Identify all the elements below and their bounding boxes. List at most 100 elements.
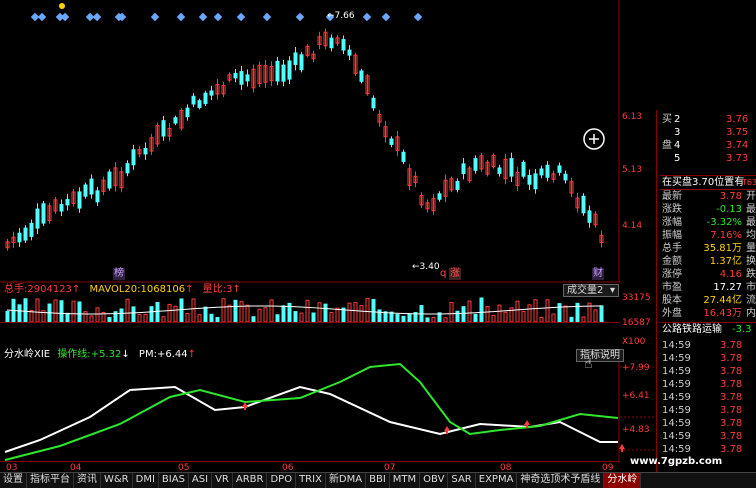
quote-panel-border [656, 110, 657, 472]
diamond-icon [176, 12, 186, 22]
volume-bar [269, 299, 274, 322]
indicator-tab[interactable]: BIAS [159, 473, 189, 488]
candle-body [299, 54, 304, 71]
chevron-down-icon: ▾ [609, 285, 615, 296]
volume-bar [185, 312, 190, 322]
candle-body [587, 210, 592, 223]
candle-body [209, 90, 214, 96]
indicator-tab[interactable]: 指标平台 [27, 473, 74, 488]
price-chart[interactable] [0, 0, 620, 283]
candle-body [293, 52, 298, 65]
volume-bar [83, 311, 88, 322]
candle-body [29, 222, 34, 237]
price-axis-label: 6.13 [622, 112, 643, 122]
news-flag[interactable]: q [440, 268, 446, 280]
diamond-icon [37, 12, 47, 22]
volume-bar [599, 305, 604, 322]
volume-bar [71, 300, 76, 322]
indicator-tab[interactable]: ASI [189, 473, 213, 488]
volume-bar [275, 314, 280, 322]
candle-body [83, 184, 88, 197]
indicator-tab[interactable]: ARBR [233, 473, 268, 488]
price-axis-label: 4.14 [622, 221, 643, 231]
diamond-icon [236, 12, 246, 22]
tick-row: 14:59 3.78 [662, 379, 743, 390]
yellow-dot-icon [59, 3, 65, 9]
quote-stat-row: 振幅 7.16% 均 [662, 230, 756, 241]
order-side-label: 买 [662, 114, 672, 125]
low-price-marker: ←3.40 [412, 262, 440, 272]
volume-bar [125, 298, 130, 322]
volume-bar [77, 301, 82, 322]
quote-stat-row: 涨跌 -0.13 最 [662, 204, 756, 215]
indicator-tab[interactable]: TRIX [296, 473, 326, 488]
indicator-tab[interactable]: 设置 [0, 473, 27, 488]
volume-bar [557, 303, 562, 322]
volume-bar [365, 297, 370, 322]
indicator-tab[interactable]: DPO [267, 473, 297, 488]
candle-body [17, 232, 22, 243]
candle-body [533, 173, 538, 190]
candle-body [329, 37, 334, 49]
order-book-row: 5 3.73 [660, 152, 756, 165]
order-price: 3.73 [726, 153, 749, 164]
candle-body [539, 168, 544, 176]
candle-body [125, 163, 130, 174]
indicator-tab[interactable]: MTM [390, 473, 421, 488]
diamond-icon [92, 12, 102, 22]
volume-bar [65, 312, 70, 322]
volume-bar [233, 299, 238, 322]
volume-bar [209, 313, 214, 322]
volume-bar [371, 299, 376, 322]
volume-bar [131, 306, 136, 322]
indicator-tab[interactable]: EXPMA [476, 473, 518, 488]
diamond-icon [262, 12, 272, 22]
indicator-tab[interactable]: 新DMA [326, 473, 367, 488]
candle-body [281, 64, 286, 82]
candle-body [233, 72, 238, 79]
candle-body [509, 158, 514, 177]
indicator-tab[interactable]: 资讯 [74, 473, 101, 488]
order-book-row: 盘 4 3.74 [660, 139, 756, 152]
volume-bar [533, 299, 538, 322]
quote-stat-row: 涨幅 -3.32% 最 [662, 217, 756, 228]
candle-body [359, 70, 364, 82]
candle-body [203, 92, 208, 105]
volume-bar [5, 310, 10, 322]
indicator-tab[interactable]: DMI [133, 473, 159, 488]
volume-bar [467, 300, 472, 322]
indicator-tab[interactable]: SAR [448, 473, 476, 488]
volume-chart [5, 297, 604, 322]
volume-bar [527, 304, 532, 322]
candle-body [185, 107, 190, 118]
high-price-marker: ←7.66 [327, 11, 355, 21]
volume-bar [143, 314, 148, 322]
order-price: 3.74 [726, 140, 749, 151]
indicator-tab[interactable]: VR [212, 473, 233, 488]
volume-bar [479, 297, 484, 322]
volume-bar [257, 308, 262, 322]
news-flag[interactable]: 财 [592, 268, 604, 280]
news-flag[interactable]: 涨 [449, 268, 461, 280]
volume-bar [95, 307, 100, 322]
quote-stat-row: 金额 1.37亿换 [662, 256, 756, 267]
candle-body [341, 39, 346, 51]
quote-stat-row: 股本 27.44亿流 [662, 295, 756, 306]
volume-axis-label: X100 [622, 337, 646, 347]
volume-bar [323, 303, 328, 322]
indicator-tab[interactable]: 分水岭 [604, 473, 642, 488]
indicator-tab[interactable]: W&R [101, 473, 133, 488]
volume-bar [197, 314, 202, 322]
candle-body [173, 117, 178, 124]
tick-row: 14:59 3.78 [662, 444, 743, 455]
diamond-icon [60, 12, 70, 22]
indicator-tab[interactable]: OBV [420, 473, 449, 488]
candle-body [65, 199, 70, 206]
sector-row[interactable]: 公路铁路运输 -3.3 [660, 322, 756, 336]
indicator-tab[interactable]: BBI [366, 473, 390, 488]
quote-stat-row: 总手 35.81万量 [662, 243, 756, 254]
indicator-tab[interactable]: 神奇选顶术予盾线 [517, 473, 605, 488]
candle-body [107, 171, 112, 189]
candle-body [521, 161, 526, 177]
news-flag[interactable]: 榜 [113, 268, 125, 280]
